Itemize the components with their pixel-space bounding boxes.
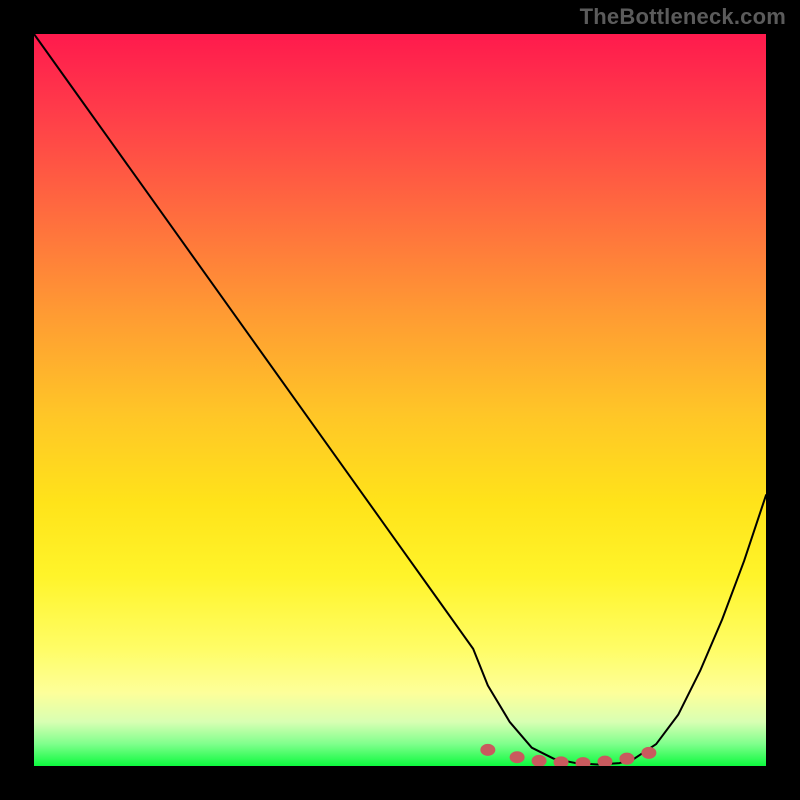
valley-marker (532, 755, 546, 766)
chart-overlay (34, 34, 766, 766)
valley-markers (481, 744, 656, 766)
valley-marker (576, 758, 590, 766)
bottleneck-curve (34, 34, 766, 765)
valley-marker (620, 753, 634, 764)
valley-marker (642, 747, 656, 758)
plot-area (34, 34, 766, 766)
watermark-label: TheBottleneck.com (580, 4, 786, 30)
chart-stage: TheBottleneck.com (0, 0, 800, 800)
valley-marker (481, 744, 495, 755)
valley-marker (554, 757, 568, 766)
valley-marker (510, 752, 524, 763)
valley-marker (598, 756, 612, 766)
